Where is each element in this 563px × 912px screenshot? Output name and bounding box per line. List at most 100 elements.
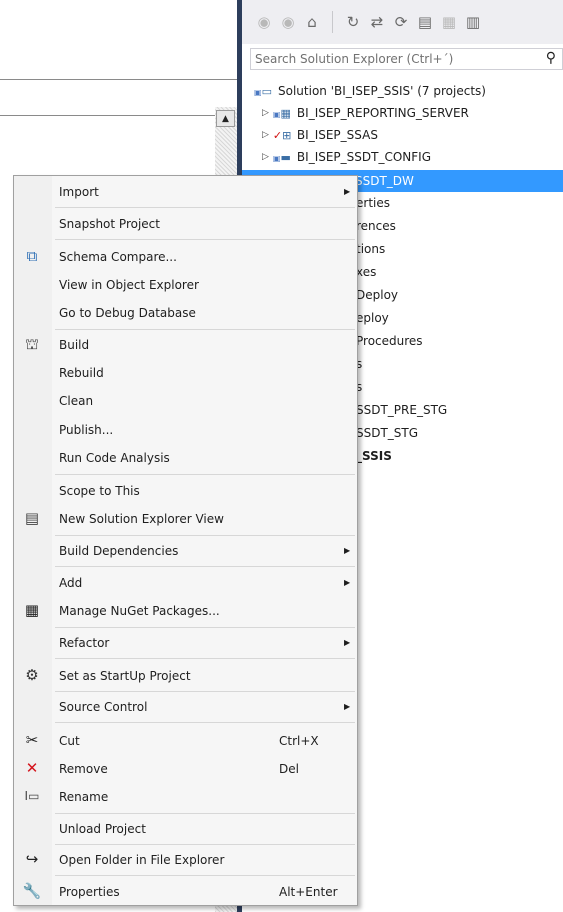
menu-item-label: Manage NuGet Packages... — [59, 603, 220, 618]
menu-item-cut[interactable]: ✂ Cut Ctrl+X — [14, 727, 357, 754]
menu-item-shortcut: Ctrl+X — [279, 733, 319, 748]
menu-item-shortcut: Del — [279, 761, 299, 776]
menu-item-set-as-startup-project[interactable]: ⚙ Set as StartUp Project — [14, 662, 357, 689]
back-icon[interactable]: ◉ — [256, 13, 272, 31]
menu-item-snapshot-project[interactable]: Snapshot Project — [14, 210, 357, 237]
home-icon[interactable]: ⌂ — [304, 13, 320, 31]
switch-views-icon[interactable]: ⇄ — [369, 13, 385, 31]
menu-item-label: Remove — [59, 761, 108, 776]
menu-item-label: Refactor — [59, 635, 110, 650]
expand-arrow-icon[interactable]: ▷ — [262, 130, 269, 140]
expand-arrow-icon[interactable]: ▷ — [262, 108, 269, 118]
menu-item-label: Rename — [59, 789, 109, 804]
tree-item-folder[interactable]: s — [356, 376, 563, 398]
menu-item-label: Rebuild — [59, 365, 104, 380]
menu-item-build-dependencies[interactable]: Build Dependencies ▶ — [14, 537, 357, 564]
tree-item-label: SSDT_STG — [356, 426, 419, 440]
menu-item-label: Publish... — [59, 422, 114, 437]
tree-item-label: Procedures — [356, 334, 423, 348]
menu-separator — [55, 535, 355, 536]
search-input[interactable]: Search Solution Explorer (Ctrl+´) ⚲ — [250, 48, 563, 70]
tree-item-folder[interactable]: s — [356, 353, 563, 375]
menu-separator — [55, 875, 355, 876]
tree-item-label: Solution 'BI_ISEP_SSIS' (7 projects) — [278, 84, 486, 98]
tree-item-label: eploy — [356, 311, 389, 325]
tree-item-project[interactable]: SSDT_PRE_STG — [356, 399, 563, 421]
tree-item-label: _SSIS — [356, 449, 392, 463]
menu-item-unload-project[interactable]: Unload Project — [14, 815, 357, 842]
solution-icon: ▣▭ — [254, 84, 272, 98]
tree-item-project[interactable]: ▷ ▣▬ BI_ISEP_SSDT_CONFIG — [262, 146, 563, 168]
menu-item-label: Set as StartUp Project — [59, 668, 191, 683]
submenu-arrow-icon: ▶ — [344, 578, 351, 587]
tree-item-folder[interactable]: erties — [356, 192, 563, 214]
submenu-arrow-icon: ▶ — [344, 187, 351, 196]
submenu-arrow-icon: ▶ — [344, 702, 351, 711]
gear-icon: ⚙ — [25, 666, 39, 684]
tree-item-project-startup[interactable]: _SSIS — [356, 445, 563, 467]
menu-separator — [55, 329, 355, 330]
menu-item-source-control[interactable]: Source Control ▶ — [14, 693, 357, 720]
tree-item-label: tions — [356, 242, 386, 256]
tree-item-project[interactable]: ▷ ▣▦ BI_ISEP_REPORTING_SERVER — [262, 102, 563, 124]
menu-item-label: Clean — [59, 393, 94, 408]
menu-item-publish[interactable]: Publish... — [14, 416, 357, 443]
tree-item-folder[interactable]: tions — [356, 238, 563, 260]
collapse-all-icon[interactable]: ▤ — [417, 13, 433, 31]
menu-item-label: Schema Compare... — [59, 249, 177, 264]
menu-item-refactor[interactable]: Refactor ▶ — [14, 629, 357, 656]
forward-icon[interactable]: ◉ — [280, 13, 296, 31]
menu-item-rebuild[interactable]: Rebuild — [14, 359, 357, 386]
menu-item-manage-nuget-packages[interactable]: ▦ Manage NuGet Packages... — [14, 597, 357, 624]
properties-icon[interactable]: ▥ — [465, 13, 481, 31]
expand-arrow-icon[interactable]: ▷ — [262, 152, 269, 162]
menu-item-run-code-analysis[interactable]: Run Code Analysis — [14, 444, 357, 471]
tree-item-label: BI_ISEP_REPORTING_SERVER — [296, 106, 469, 120]
show-all-files-icon[interactable]: ▦ — [441, 13, 457, 31]
menu-item-shortcut: Alt+Enter — [279, 884, 338, 899]
tree-item-project[interactable]: ▷ ✓⊞ BI_ISEP_SSAS — [262, 124, 563, 146]
remove-icon: ✕ — [25, 759, 39, 777]
tree-item-solution[interactable]: ▣▭ Solution 'BI_ISEP_SSIS' (7 projects) — [254, 80, 563, 102]
scroll-up-button[interactable]: ▲ — [216, 110, 235, 127]
menu-item-label: Add — [59, 575, 83, 590]
menu-item-scope-to-this[interactable]: Scope to This — [14, 477, 357, 504]
solution-explorer-toolbar: ◉ ◉ ⌂ ↻ ⇄ ⟳ ▤ ▦ ▥ — [242, 0, 563, 44]
tree-item-folder[interactable]: Deploy — [356, 284, 563, 306]
tree-item-folder[interactable]: rences — [356, 215, 563, 237]
menu-item-clean[interactable]: Clean — [14, 387, 357, 414]
menu-item-import[interactable]: Import ▶ — [14, 178, 357, 205]
menu-item-label: Scope to This — [59, 483, 140, 498]
tree-item-folder[interactable]: eploy — [356, 307, 563, 329]
menu-separator — [55, 474, 355, 475]
menu-item-label: New Solution Explorer View — [59, 511, 224, 526]
refresh-icon[interactable]: ⟳ — [393, 13, 409, 31]
menu-item-label: Go to Debug Database — [59, 305, 196, 320]
menu-item-add[interactable]: Add ▶ — [14, 569, 357, 596]
menu-separator — [55, 844, 355, 845]
search-icon[interactable]: ⚲ — [546, 50, 556, 66]
menu-separator — [55, 207, 355, 208]
tree-item-project[interactable]: SSDT_STG — [356, 422, 563, 444]
menu-separator — [55, 239, 355, 240]
menu-separator — [55, 627, 355, 628]
menu-item-schema-compare[interactable]: ⧉ Schema Compare... — [14, 243, 357, 270]
sync-icon[interactable]: ↻ — [345, 13, 361, 31]
menu-separator — [55, 566, 355, 567]
menu-separator — [55, 722, 355, 723]
menu-item-go-to-debug-database[interactable]: Go to Debug Database — [14, 299, 357, 326]
menu-separator — [55, 691, 355, 692]
menu-item-label: Build — [59, 337, 90, 352]
menu-item-open-folder-in-file-explorer[interactable]: ↪ Open Folder in File Explorer — [14, 846, 357, 873]
menu-item-view-in-object-explorer[interactable]: View in Object Explorer — [14, 271, 357, 298]
menu-item-build[interactable]: ⛫ Build — [14, 331, 357, 358]
menu-item-remove[interactable]: ✕ Remove Del — [14, 755, 357, 782]
tree-item-folder[interactable]: Procedures — [356, 330, 563, 352]
menu-item-properties[interactable]: 🔧 Properties Alt+Enter — [14, 878, 357, 905]
tree-item-label: SSDT_DW — [355, 174, 414, 188]
menu-item-new-solution-explorer-view[interactable]: ▤ New Solution Explorer View — [14, 505, 357, 532]
tree-item-folder[interactable]: xes — [356, 261, 563, 283]
tree-item-label: rences — [356, 219, 396, 233]
tree-item-label: BI_ISEP_SSAS — [296, 128, 378, 142]
menu-item-rename[interactable]: I▭ Rename — [14, 783, 357, 810]
